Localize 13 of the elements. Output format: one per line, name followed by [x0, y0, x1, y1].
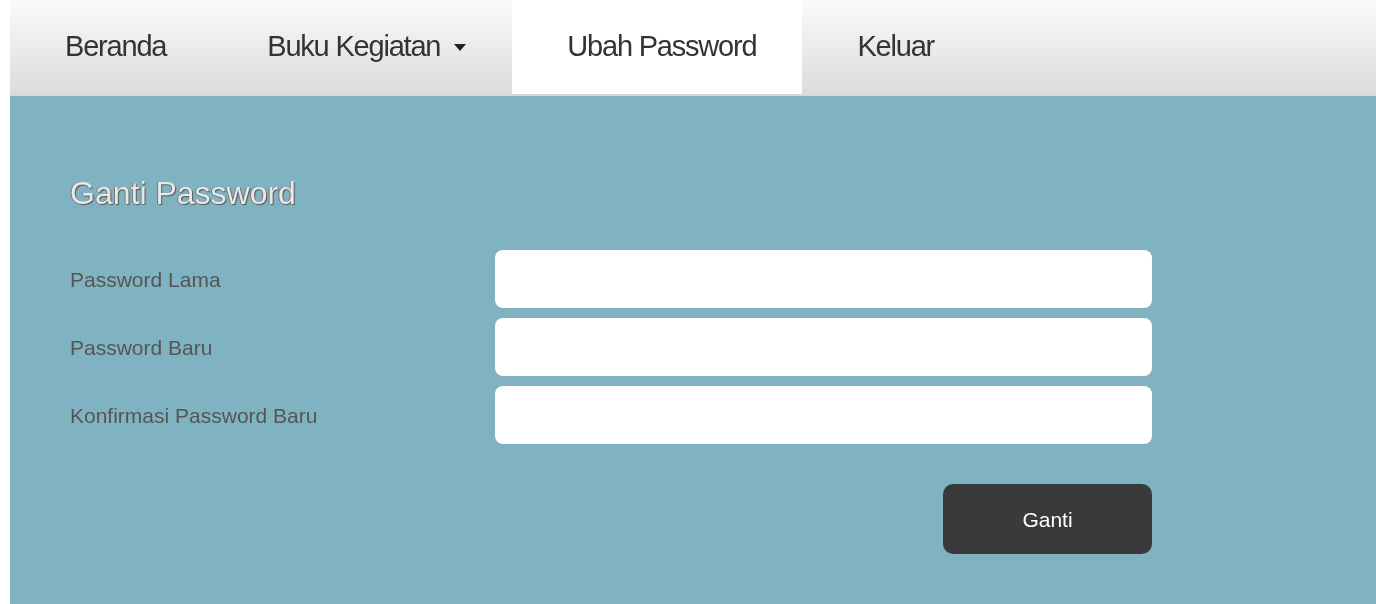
password-field[interactable]	[495, 250, 1152, 309]
password-field[interactable]	[495, 386, 1152, 445]
caret-icon	[454, 43, 467, 51]
nav-dropdown[interactable]: Buku Kegiatan	[212, 0, 513, 94]
field-label: Password Baru	[70, 334, 214, 361]
nav-tab[interactable]: Ubah Password	[512, 0, 803, 94]
password-field[interactable]	[495, 318, 1152, 377]
submit-button[interactable]: Ganti	[943, 484, 1152, 555]
field-label: Password Lama	[70, 266, 222, 293]
field-label: Konfirmasi Password Baru	[70, 402, 319, 429]
form-title: Ganti Password	[70, 174, 297, 213]
nav-tab[interactable]: Beranda	[10, 0, 213, 94]
nav-tab[interactable]: Keluar	[802, 0, 981, 94]
